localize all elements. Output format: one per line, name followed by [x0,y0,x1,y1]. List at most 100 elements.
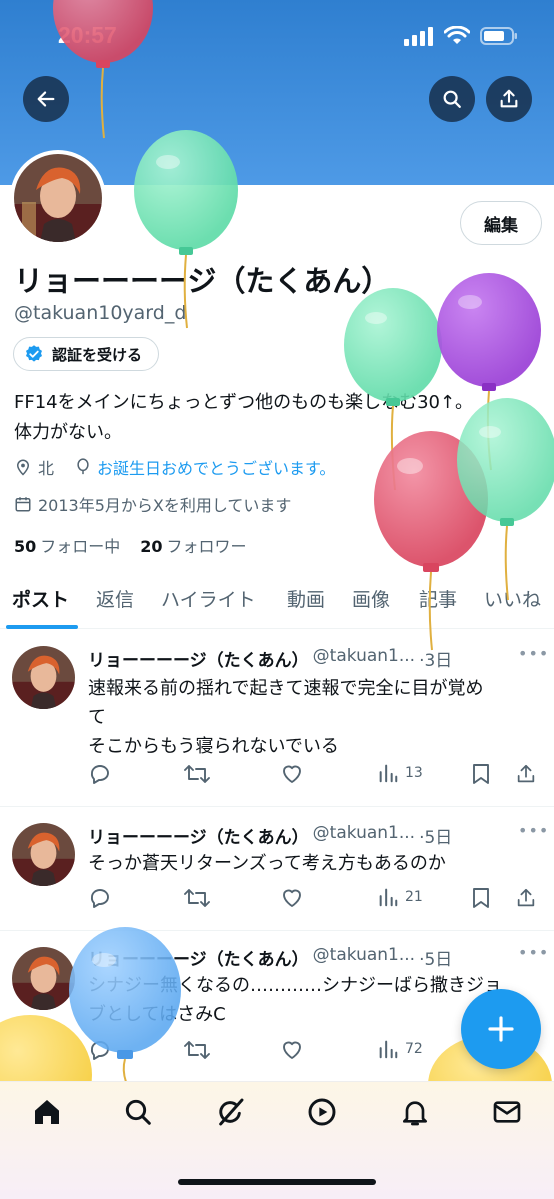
post-item[interactable]: リョーーーージ（たくあん） @takuan1... ·5日 ••• そっか蒼天リ… [0,807,554,931]
profile-handle: @takuan10yard_d [14,302,187,324]
tab-replies[interactable]: 返信 [96,585,134,612]
status-bar: 20:57 [0,0,554,70]
share-icon [500,89,518,108]
edit-profile-button[interactable]: 編集 [460,201,542,245]
tab-videos[interactable]: 動画 [287,585,325,612]
post-author[interactable]: リョーーーージ（たくあん） [88,823,309,848]
tab-indicator [6,625,78,629]
search-icon [125,1099,151,1125]
post-avatar[interactable] [12,646,75,709]
reply-icon [91,889,109,908]
post-time: ·5日 [419,950,453,970]
views-count: 72 [405,1041,423,1057]
views-icon [379,888,398,907]
tab-posts[interactable]: ポスト [12,585,69,612]
retweet-button[interactable] [184,886,210,910]
back-arrow-icon [37,91,55,107]
joined-text: 2013年5月からXを利用しています [38,496,292,515]
compose-button[interactable] [461,989,541,1069]
views-button[interactable]: 72 [377,1038,423,1060]
nav-home[interactable] [31,1096,63,1132]
more-icon[interactable]: ••• [518,821,549,840]
reply-icon [91,765,109,784]
share-button[interactable] [486,76,532,122]
like-icon [283,889,301,907]
back-button[interactable] [23,76,69,122]
get-verified-button[interactable]: 認証を受ける [13,337,160,371]
bell-icon [403,1101,427,1126]
nav-search[interactable] [122,1096,154,1132]
tab-likes[interactable]: いいね [484,585,541,612]
nav-video[interactable] [306,1096,338,1132]
compose-plus-icon [488,1016,514,1042]
location-pin-icon [16,459,30,476]
following-label: フォロー中 [40,537,121,556]
post-avatar[interactable] [12,823,75,886]
post-handle: @takuan1... [312,646,416,666]
reply-button[interactable] [88,762,112,786]
profile-joined: 2013年5月からXを利用しています [14,492,291,516]
profile-avatar[interactable] [10,150,106,246]
share-post-button[interactable] [515,886,537,910]
post-line: て [88,707,106,728]
bookmark-button[interactable] [470,762,492,786]
share-icon [517,764,535,783]
retweet-icon [184,1041,210,1059]
balloon-icon [77,458,89,475]
profile-name: リョーーーージ（たくあん） [14,264,391,298]
post-author[interactable]: リョーーーージ（たくあん） [88,646,309,671]
share-icon [517,888,535,907]
views-button[interactable]: 21 [377,886,423,908]
reply-icon [91,1041,109,1060]
follow-stats: 50 フォロー中 20 フォロワー [14,533,247,557]
mail-icon [493,1101,521,1123]
views-button[interactable]: 13 [377,762,423,784]
post-author[interactable]: リョーーーージ（たくあん） [88,945,309,970]
avatar-image [12,947,75,1010]
nav-grok[interactable] [214,1096,246,1132]
profile-bio: FF14をメインにちょっとずつ他のものも楽しなむ30↑。 体力がない。 [14,388,539,448]
like-button[interactable] [280,762,304,786]
profile-meta: 北 お誕生日おめでとうございます。 [14,455,335,479]
home-icon [35,1100,59,1124]
cellular-signal-icon [404,27,433,46]
post-text: そっか蒼天リターンズって考え方もあるのか [88,849,538,878]
tab-highlights[interactable]: ハイライト [161,585,256,612]
bookmark-icon [473,764,489,784]
views-icon [379,764,398,783]
birthday-link[interactable]: お誕生日おめでとうございます。 [97,455,335,479]
retweet-button[interactable] [184,762,210,786]
tab-images[interactable]: 画像 [352,585,390,612]
followers-link[interactable]: 20 フォロワー [140,533,246,557]
bio-line: 体力がない。 [14,422,122,443]
following-count: 50 [14,537,37,556]
nav-messages[interactable] [491,1096,523,1132]
status-time: 20:57 [58,22,117,48]
tab-articles[interactable]: 記事 [419,585,457,612]
bookmark-button[interactable] [470,886,492,910]
avatar-image [12,823,75,886]
retweet-icon [184,889,210,907]
post-avatar[interactable] [12,947,75,1010]
like-icon [283,1041,301,1059]
search-button[interactable] [429,76,475,122]
post-handle: @takuan1... [312,823,416,843]
like-button[interactable] [280,1038,304,1062]
bookmark-icon [473,888,489,908]
calendar-icon [15,497,31,512]
reply-button[interactable] [88,886,112,910]
more-icon[interactable]: ••• [518,943,549,962]
profile-tabs: ポスト 返信 ハイライト 動画 画像 記事 いいね [0,575,554,629]
like-icon [283,765,301,783]
following-link[interactable]: 50 フォロー中 [14,533,120,557]
video-icon [308,1098,336,1126]
reply-button[interactable] [88,1038,112,1062]
bio-line: FF14をメインにちょっとずつ他のものも楽しなむ30↑。 [14,392,474,413]
share-post-button[interactable] [515,762,537,786]
post-item[interactable]: リョーーーージ（たくあん） @takuan1... ·3日 ••• 速報来る前の… [0,630,554,807]
more-icon[interactable]: ••• [518,644,549,663]
like-button[interactable] [280,886,304,910]
search-icon [443,90,461,108]
retweet-button[interactable] [184,1038,210,1062]
nav-notifications[interactable] [399,1096,431,1132]
